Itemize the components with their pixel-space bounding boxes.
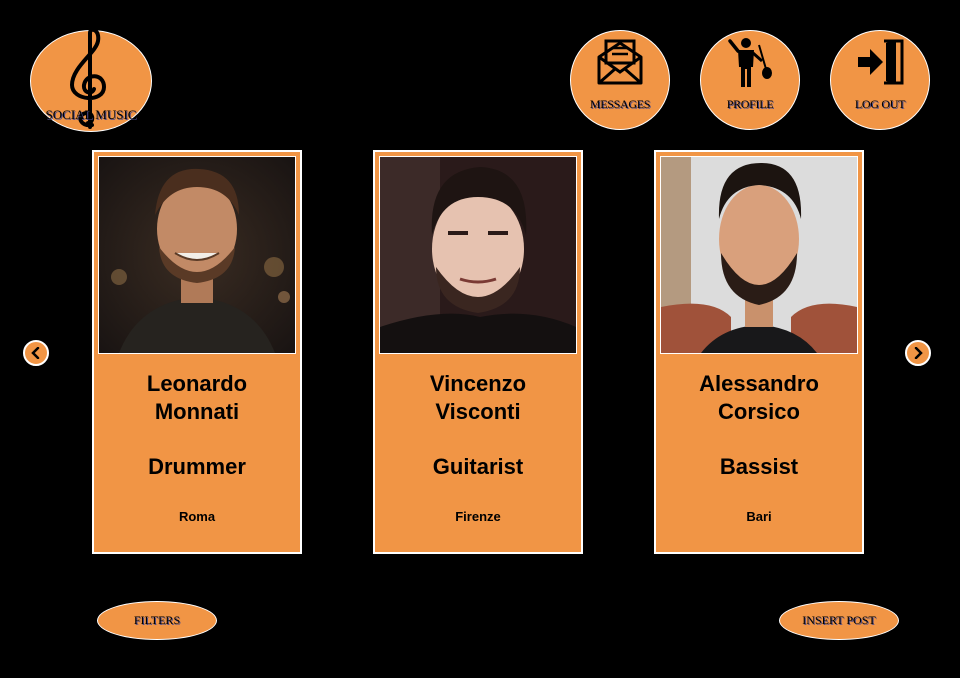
first-name: Alessandro (699, 371, 819, 396)
logout-door-icon (858, 39, 904, 85)
carousel-next-button[interactable] (905, 340, 931, 366)
musician-city: Firenze (455, 509, 501, 524)
messages-label: MESSAGES (589, 97, 651, 111)
last-name: Monnati (154, 399, 240, 424)
musician-card[interactable]: Alessandro Corsico Bassist Bari (654, 150, 864, 554)
profile-label: PROFILE (726, 97, 774, 111)
musician-icon (728, 38, 772, 87)
chevron-left-icon (31, 347, 40, 359)
musician-city: Bari (746, 509, 772, 524)
musician-name: Vincenzo Visconti (375, 370, 581, 426)
carousel-prev-button[interactable] (23, 340, 49, 366)
logout-button[interactable]: LOG OUT (830, 30, 930, 130)
musician-card[interactable]: Leonardo Monnati Drummer Roma (92, 150, 302, 554)
musician-photo (660, 156, 858, 354)
profile-button[interactable]: PROFILE (700, 30, 800, 130)
musician-role: Drummer (148, 454, 246, 479)
musician-photo (379, 156, 577, 354)
app-logo[interactable]: SOCIAL MUSIC (30, 27, 152, 132)
first-name: Vincenzo (429, 371, 527, 396)
musician-name: Alessandro Corsico (656, 370, 862, 426)
musician-role: Bassist (719, 454, 799, 479)
messages-button[interactable]: MESSAGES (570, 30, 670, 130)
chevron-right-icon (914, 347, 923, 359)
logo-text: SOCIAL MUSIC (45, 107, 137, 122)
musician-city: Roma (178, 509, 216, 524)
musician-photo (98, 156, 296, 354)
last-name: Visconti (435, 399, 521, 424)
last-name: Corsico (718, 399, 800, 424)
musician-card[interactable]: Vincenzo Visconti Guitarist Firenze (373, 150, 583, 554)
filters-button[interactable]: FILTERS (97, 601, 217, 640)
musician-name: Leonardo Monnati (94, 370, 300, 426)
logout-label: LOG OUT (854, 97, 906, 111)
first-name: Leonardo (146, 371, 248, 396)
insert-post-button[interactable]: INSERT POST (779, 601, 899, 640)
musician-role: Guitarist (432, 454, 524, 479)
envelope-icon (597, 39, 643, 85)
